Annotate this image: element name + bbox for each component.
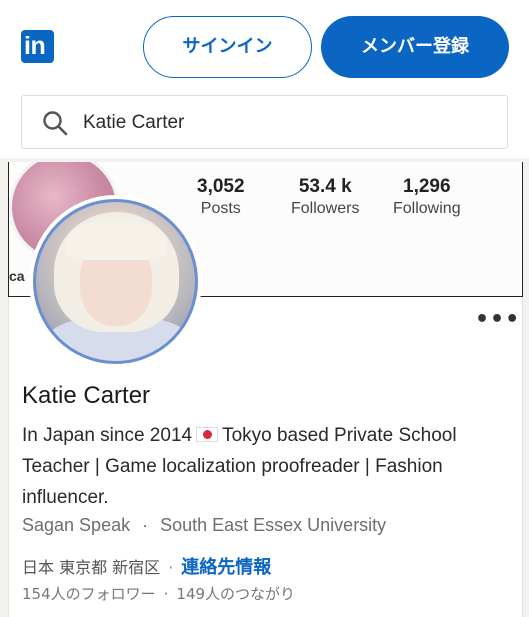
cover-stat-label: Posts (200, 200, 241, 217)
profile-experience: Sagan Speak · South East Essex University (22, 515, 386, 536)
headline-text-start: In Japan since 2014 (22, 425, 193, 446)
separator-dot: · (163, 585, 169, 603)
japan-flag-icon (196, 427, 219, 442)
cover-stat-value: 53.4 k (298, 176, 352, 197)
search-value[interactable]: Katie Carter (83, 96, 184, 150)
profile-name: Katie Carter (22, 382, 151, 409)
cover-stat-label: Following (393, 200, 461, 217)
cover-stat-value: 3,052 (197, 176, 245, 197)
profile-headline: In Japan since 2014 Tokyo based Private S… (22, 420, 507, 513)
cover-stat-label: Followers (291, 200, 360, 217)
search-icon (43, 111, 68, 136)
cover-stat-following: 1,296 Following (393, 176, 461, 218)
follower-count: 154人のフォロワー (22, 585, 156, 603)
profile-location: 日本 東京都 新宿区 (22, 558, 161, 577)
cover-stat-posts: 3,052 Posts (197, 176, 245, 218)
profile-location-row: 日本 東京都 新宿区 · 連絡先情報 (22, 553, 271, 579)
search-input[interactable]: Katie Carter (21, 95, 508, 149)
profile-network-counts: 154人のフォロワー · 149人のつながり (22, 583, 295, 604)
separator-dot: · (168, 558, 174, 577)
current-company[interactable]: Sagan Speak (22, 515, 130, 535)
separator-dot: · (142, 515, 149, 535)
connection-count: 149人のつながり (176, 585, 296, 603)
cover-stat-followers: 53.4 k Followers (291, 176, 359, 218)
signin-button[interactable]: サインイン (143, 16, 312, 78)
contact-info-link[interactable]: 連絡先情報 (181, 557, 271, 578)
join-button[interactable]: メンバー登録 (321, 16, 509, 78)
photo-bangs (66, 220, 166, 260)
profile-photo[interactable] (29, 195, 202, 368)
cover-handle-text: ca (9, 268, 25, 284)
top-nav: in サインイン メンバー登録 (0, 0, 529, 92)
cover-stat-value: 1,296 (403, 176, 451, 197)
education-school[interactable]: South East Essex University (160, 515, 386, 535)
linkedin-logo[interactable]: in (21, 30, 54, 63)
profile-photo-image (33, 199, 198, 364)
more-options-icon[interactable]: ••• (475, 309, 520, 331)
